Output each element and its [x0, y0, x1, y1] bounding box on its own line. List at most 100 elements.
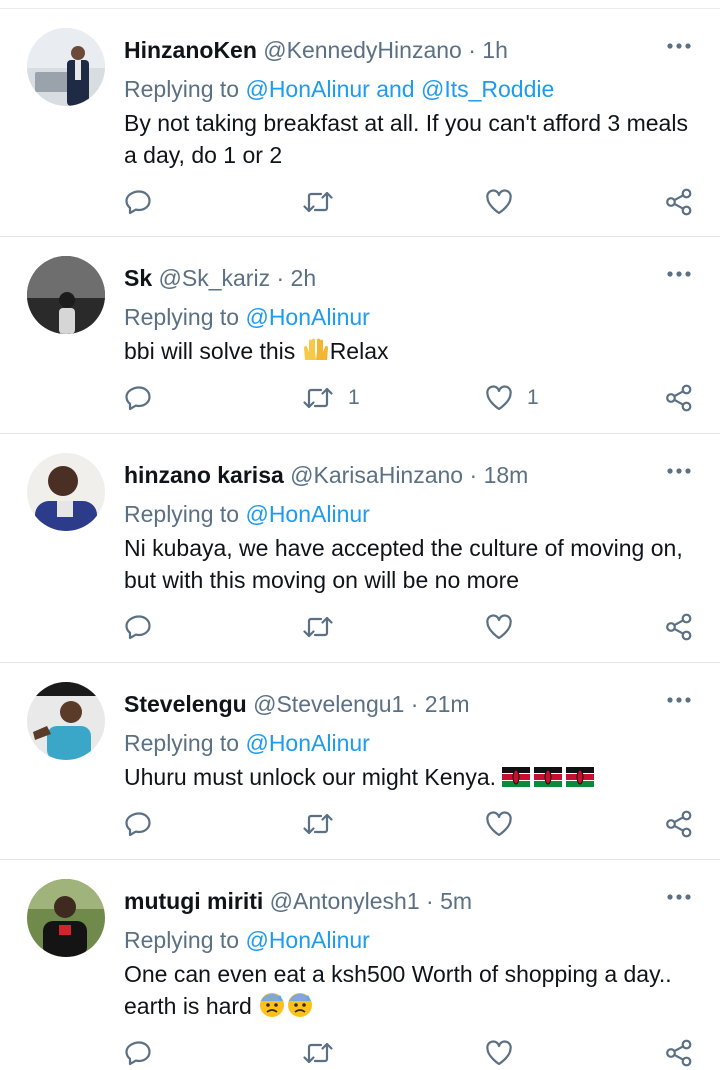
like-button[interactable] [485, 610, 527, 644]
like-button[interactable] [485, 807, 527, 841]
tweet-header: Sk @Sk_kariz · 2h [124, 263, 316, 293]
kenya-flag-emoji [502, 767, 531, 787]
reply-mentions[interactable]: @HonAlinur [245, 304, 369, 330]
like-icon [486, 385, 512, 411]
reply-mentions[interactable]: @HonAlinur [245, 730, 369, 756]
reply-icon [125, 812, 151, 837]
reply-button[interactable] [125, 185, 153, 219]
tweet-actions [0, 1036, 720, 1070]
more-options-icon[interactable] [666, 892, 692, 902]
share-icon [666, 613, 692, 641]
share-icon [666, 188, 692, 216]
timestamp[interactable]: 18m [484, 462, 529, 488]
reply-button[interactable] [125, 610, 153, 644]
tweet-text: By not taking breakfast at all. If you c… [124, 110, 688, 168]
tweet[interactable]: mutugi miriti @Antonylesh1 · 5m Replying… [0, 860, 720, 1068]
reply-mentions[interactable]: @HonAlinur [245, 501, 369, 527]
retweet-button[interactable] [302, 807, 348, 841]
tweet-actions [0, 807, 720, 841]
replying-to-label: Replying to [124, 730, 240, 756]
anxious-face-with-sweat-emoji [260, 993, 285, 1017]
tweet-actions: 1 1 [0, 381, 720, 415]
retweet-icon [303, 191, 333, 213]
avatar[interactable] [27, 28, 105, 106]
display-name[interactable]: mutugi miriti [124, 888, 263, 914]
share-button[interactable] [665, 610, 693, 644]
username[interactable]: @Sk_kariz [159, 265, 271, 291]
replying-to: Replying to @HonAlinur [124, 302, 370, 332]
tweet-text-part: One can even eat a ksh500 Worth of shopp… [124, 961, 672, 1019]
replying-to: Replying to @HonAlinur and @Its_Roddie [124, 74, 554, 104]
reply-button[interactable] [125, 807, 153, 841]
tweet[interactable]: HinzanoKen @KennedyHinzano · 1h Replying… [0, 9, 720, 237]
like-button[interactable] [485, 185, 527, 219]
retweet-button[interactable] [302, 1036, 348, 1070]
retweet-icon [303, 616, 333, 638]
share-button[interactable] [665, 807, 693, 841]
reply-mentions[interactable]: @HonAlinur [245, 927, 369, 953]
avatar[interactable] [27, 256, 105, 334]
kenya-flag-emoji [566, 767, 595, 787]
replying-to: Replying to @HonAlinur [124, 499, 370, 529]
more-options-icon[interactable] [666, 41, 692, 51]
reply-icon [125, 386, 151, 411]
timestamp[interactable]: 21m [425, 691, 470, 717]
reply-icon [125, 615, 151, 640]
display-name[interactable]: Sk [124, 265, 152, 291]
username[interactable]: @KarisaHinzano [290, 462, 463, 488]
more-options-icon[interactable] [666, 466, 692, 476]
display-name[interactable]: Stevelengu [124, 691, 247, 717]
replying-to-label: Replying to [124, 501, 240, 527]
tweet-text: Uhuru must unlock our might Kenya. [124, 761, 694, 793]
tweet-actions [0, 610, 720, 644]
separator-dot: · [426, 888, 434, 914]
share-button[interactable] [665, 381, 693, 415]
username[interactable]: @Stevelengu1 [253, 691, 404, 717]
share-icon [666, 384, 692, 412]
more-options-icon[interactable] [666, 695, 692, 705]
display-name[interactable]: hinzano karisa [124, 462, 284, 488]
avatar[interactable] [27, 879, 105, 957]
reply-icon [125, 1041, 151, 1066]
like-icon [486, 189, 512, 215]
username[interactable]: @Antonylesh1 [270, 888, 420, 914]
timestamp[interactable]: 2h [291, 265, 317, 291]
replying-to-label: Replying to [124, 304, 240, 330]
separator-dot: · [410, 691, 419, 717]
like-count: 1 [527, 386, 539, 409]
tweet[interactable]: Stevelengu @Stevelengu1 · 21m Replying t… [0, 663, 720, 860]
share-button[interactable] [665, 185, 693, 219]
username[interactable]: @KennedyHinzano [263, 37, 462, 63]
like-button[interactable] [485, 1036, 527, 1070]
replying-to: Replying to @HonAlinur [124, 925, 370, 955]
tweet-text-part: Relax [329, 338, 389, 364]
separator-dot: · [468, 37, 476, 63]
retweet-button[interactable] [302, 185, 348, 219]
share-button[interactable] [665, 1036, 693, 1070]
avatar[interactable] [27, 682, 105, 760]
more-options-icon[interactable] [666, 269, 692, 279]
share-icon [666, 1039, 692, 1067]
tweet-header: hinzano karisa @KarisaHinzano · 18m [124, 460, 528, 490]
tweet-text: bbi will solve this Relax [124, 335, 694, 367]
retweet-button[interactable]: 1 [302, 381, 360, 415]
separator-dot: · [276, 265, 285, 291]
avatar[interactable] [27, 453, 105, 531]
display-name[interactable]: HinzanoKen [124, 37, 257, 63]
like-button[interactable]: 1 [485, 381, 539, 415]
kenya-flag-emoji [534, 767, 563, 787]
reply-button[interactable] [125, 1036, 153, 1070]
retweet-icon [303, 1042, 333, 1064]
tweet-text: Ni kubaya, we have accepted the culture … [124, 535, 683, 593]
retweet-button[interactable] [302, 610, 348, 644]
tweet[interactable]: Sk @Sk_kariz · 2h Replying to @HonAlinur… [0, 237, 720, 434]
timestamp[interactable]: 5m [440, 888, 472, 914]
timestamp[interactable]: 1h [482, 37, 508, 63]
replying-to-label: Replying to [124, 76, 240, 102]
tweet[interactable]: hinzano karisa @KarisaHinzano · 18m Repl… [0, 434, 720, 663]
reply-button[interactable] [125, 381, 153, 415]
reply-mentions[interactable]: @HonAlinur and @Its_Roddie [245, 76, 554, 102]
retweet-icon [303, 813, 333, 835]
like-icon [486, 614, 512, 640]
retweet-count: 1 [348, 386, 360, 409]
